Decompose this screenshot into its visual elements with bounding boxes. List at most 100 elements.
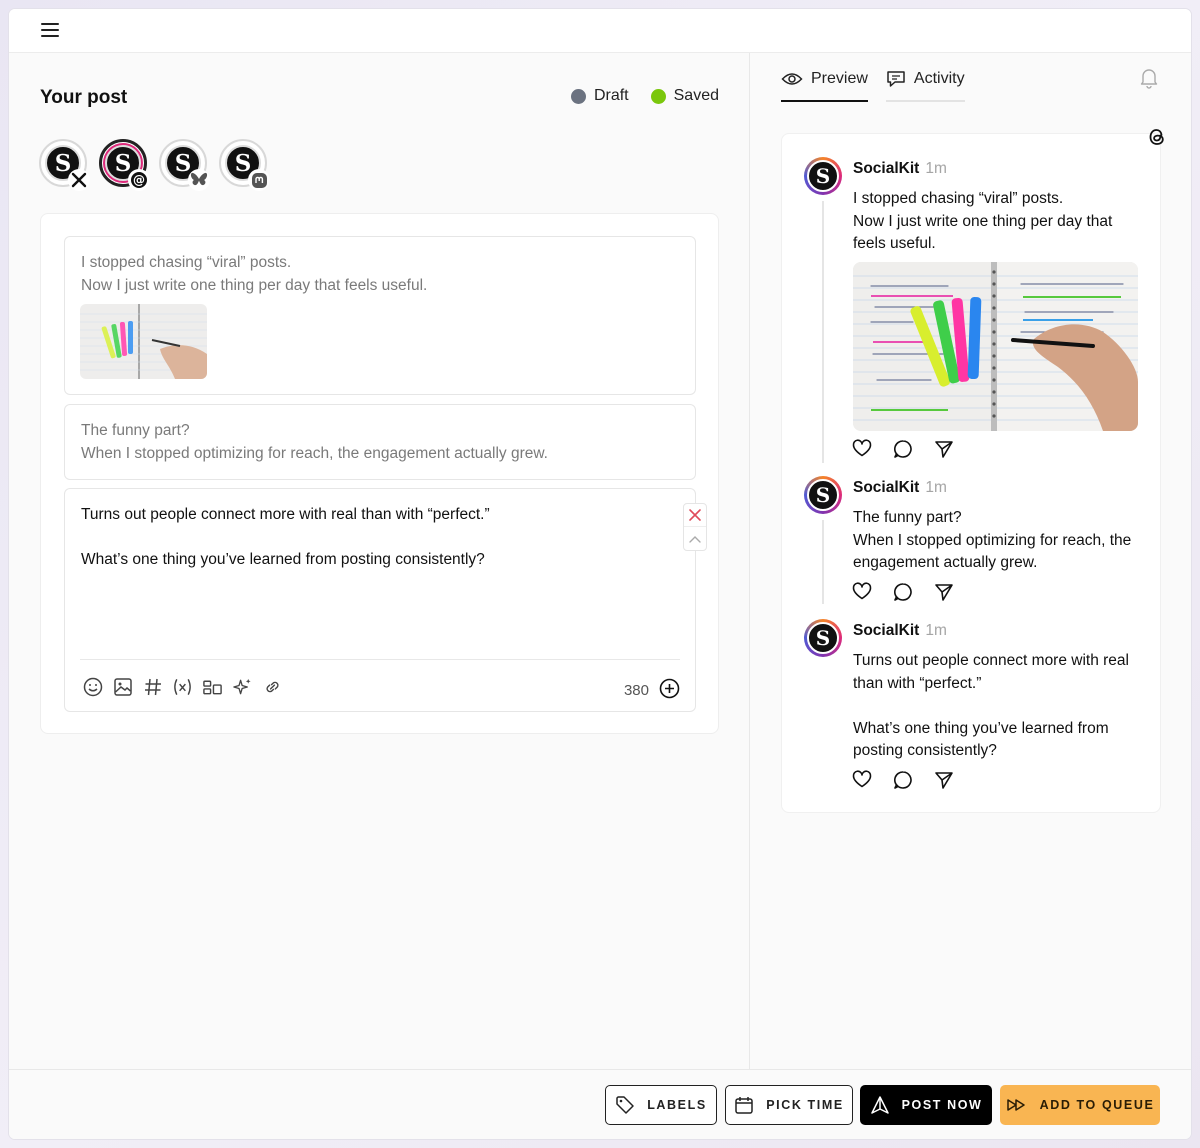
tab-preview-label: Preview [811,70,868,87]
post-time: 1m [925,479,947,496]
segment-text[interactable]: I stopped chasing “viral” posts. Now I j… [65,252,443,297]
hashtag-icon[interactable] [142,676,163,697]
avatar: S [804,157,842,195]
chat-icon [887,71,905,87]
heart-icon[interactable] [852,582,872,602]
tag-icon [616,1096,634,1114]
eye-icon [781,73,803,85]
thread-line [822,520,824,604]
saved-dot-icon [650,88,666,104]
pick-time-button-label: PICK TIME [766,1098,844,1112]
link-icon[interactable] [262,676,283,697]
menu-icon[interactable] [41,23,59,39]
comment-icon[interactable] [893,439,913,459]
threads-icon [1146,126,1168,153]
segment-line: Turns out people connect more with real … [81,506,490,523]
thread-segment-1[interactable]: I stopped chasing “viral” posts. Now I j… [64,236,696,395]
post-line: When I stopped optimizing for reach, the… [853,531,1132,572]
post-body: I stopped chasing “viral” posts. Now I j… [853,188,1143,256]
segment-controls [683,503,707,551]
app-window: Your post Draft Saved S S @ S S I stoppe… [9,9,1191,1139]
account-x[interactable]: S [39,139,90,191]
author-name: SocialKit [853,479,920,496]
post-time: 1m [925,160,947,177]
pick-time-button[interactable]: PICK TIME [725,1085,853,1125]
share-icon[interactable] [934,582,954,602]
status-saved: Saved [650,87,719,105]
comment-icon[interactable] [893,582,913,602]
post-now-button[interactable]: POST NOW [860,1085,992,1125]
threads-icon: @ [128,169,150,191]
post-body: The funny part? When I stopped optimizin… [853,507,1143,575]
add-segment-button[interactable] [659,678,680,703]
status-draft-label: Draft [593,87,629,104]
post-line: Turns out people connect more with real … [853,652,1129,692]
post-header: SocialKit 1m [853,622,947,640]
account-bluesky[interactable]: S [159,139,210,191]
comment-icon[interactable] [893,770,913,790]
avatar: S [804,476,842,514]
share-icon[interactable] [934,439,954,459]
segment-line: When I stopped optimizing for reach, the… [81,444,548,462]
image-icon[interactable] [112,676,133,697]
variable-icon[interactable] [172,676,193,697]
sparkle-icon[interactable] [232,676,253,697]
labels-button[interactable]: LABELS [605,1085,717,1125]
bluesky-icon [188,169,210,191]
move-up-button[interactable] [684,527,706,550]
post-header: SocialKit 1m [853,160,947,178]
author-name: SocialKit [853,160,920,177]
tab-activity-label: Activity [913,70,965,87]
author-name: SocialKit [853,622,920,639]
post-line: I stopped chasing “viral” posts. [853,190,1064,207]
thread-segment-2[interactable]: The funny part? When I stopped optimizin… [64,404,696,480]
account-mastodon[interactable]: S [219,139,270,191]
add-to-queue-button-label: ADD TO QUEUE [1039,1098,1155,1112]
avatar: S [804,619,842,657]
thread-line [822,201,824,463]
editor-panel: Your post Draft Saved S S @ S S I stoppe… [9,53,749,1069]
preview-post: S SocialKit 1m I stopped chasing “viral” … [804,157,1144,467]
plus-circle-icon [659,678,680,699]
post-editor: I stopped chasing “viral” posts. Now I j… [40,213,719,734]
bell-icon[interactable] [1139,67,1159,94]
char-count-value: 380 [623,682,649,699]
mastodon-icon [248,169,270,191]
post-actions [852,439,954,459]
segment-text[interactable]: Turns out people connect more with real … [65,504,506,572]
heart-icon[interactable] [852,770,872,790]
svg-text:@: @ [133,173,145,187]
thread-segment-3[interactable]: Turns out people connect more with real … [64,488,707,712]
post-body: Turns out people connect more with real … [853,650,1143,763]
editor-toolbar: 380 [80,659,680,699]
preview-panel: Preview Activity S SocialKit 1m I stoppe… [749,53,1191,1069]
segment-text[interactable]: The funny part? When I stopped optimizin… [65,420,564,465]
status-draft: Draft [570,87,629,105]
attached-image[interactable] [80,304,207,379]
emoji-icon[interactable] [82,676,103,697]
post-line: What’s one thing you’ve learned from pos… [853,719,1109,760]
char-counter: 380 [624,678,680,703]
post-line: The funny part? [853,509,962,526]
heart-icon[interactable] [852,439,872,459]
calendar-icon [735,1097,753,1114]
close-icon [689,509,701,521]
action-bar: LABELS PICK TIME POST NOW ADD TO QUEUE [9,1069,1191,1139]
layout-icon[interactable] [202,676,223,697]
post-image[interactable] [853,262,1138,431]
remove-segment-button[interactable] [684,504,706,527]
account-threads[interactable]: S @ [99,139,150,191]
add-to-queue-button[interactable]: ADD TO QUEUE [1000,1085,1160,1125]
segment-line: Now I just write one thing per day that … [81,276,428,294]
share-icon[interactable] [934,770,954,790]
account-selector: S S @ S S [39,139,270,191]
fast-forward-icon [1006,1099,1025,1111]
tab-preview[interactable]: Preview [781,70,868,102]
threads-preview: S SocialKit 1m I stopped chasing “viral” … [781,129,1164,813]
tab-activity[interactable]: Activity [885,70,965,102]
draft-dot-icon [570,88,586,104]
top-bar [9,9,1191,53]
post-header: SocialKit 1m [853,479,947,497]
post-time: 1m [925,622,947,639]
preview-tabs: Preview Activity [781,70,965,102]
